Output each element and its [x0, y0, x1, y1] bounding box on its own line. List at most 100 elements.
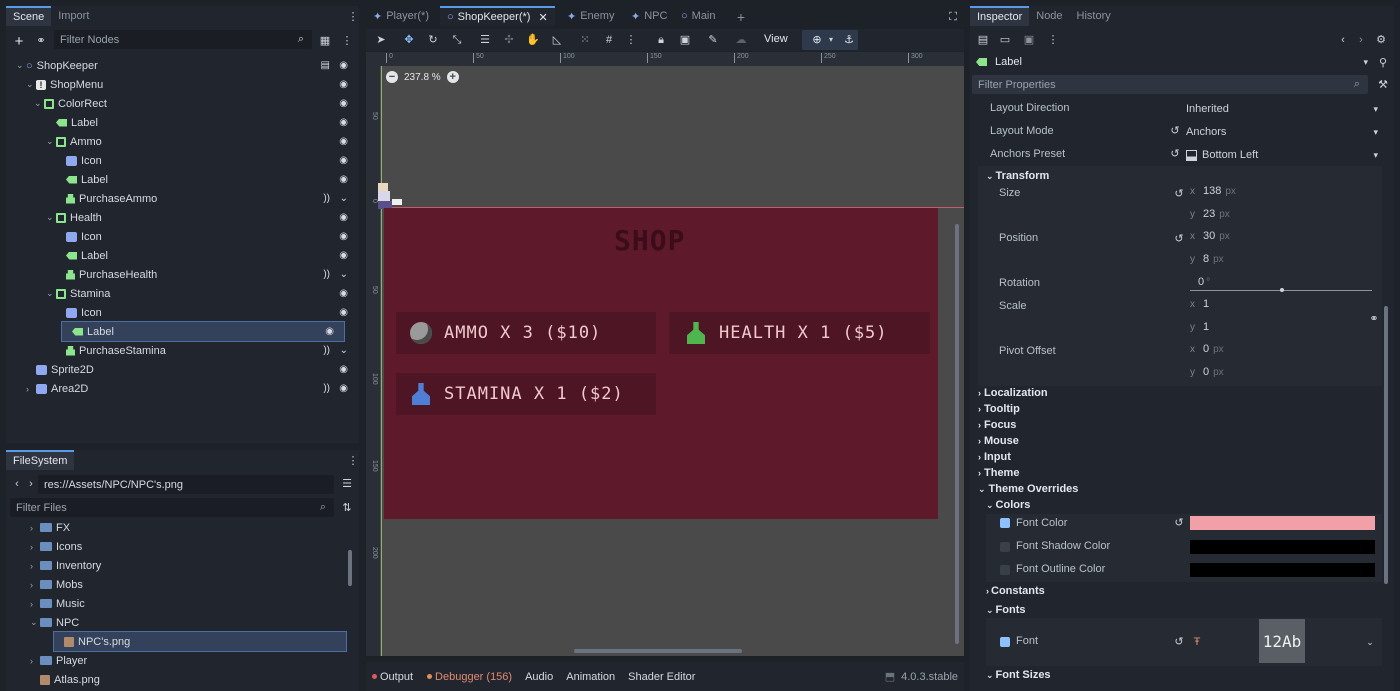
font-checkbox[interactable] — [1000, 637, 1010, 647]
visibility-eye-icon[interactable]: ◉ — [339, 174, 348, 185]
file-item-fx[interactable]: › FX — [8, 518, 346, 537]
chevron-down-icon[interactable]: ⌄ — [30, 617, 40, 628]
zoom-in-icon[interactable]: + — [446, 71, 459, 83]
tree-row-ammo[interactable]: ⌄ Ammo ◉ — [8, 132, 358, 151]
revert-icon[interactable]: ↺ — [1172, 232, 1186, 246]
scene-script-icon[interactable]: ▦ — [318, 34, 332, 48]
list-select-icon[interactable]: ☰ — [478, 33, 492, 47]
scale-tool-icon[interactable]: ⤡ — [450, 33, 464, 47]
chevron-down-icon[interactable]: ⌄ — [16, 60, 26, 71]
group-icon[interactable]: ▣ — [678, 33, 692, 47]
link-icon[interactable]: ⚭ — [34, 34, 48, 48]
font-preview[interactable]: 12Ab — [1259, 619, 1305, 663]
chevron-down-icon[interactable]: ⌄ — [340, 193, 348, 204]
new-resource-icon[interactable]: ▤ — [976, 33, 990, 47]
tab-import[interactable]: Import — [51, 6, 96, 26]
tab-filesystem[interactable]: FileSystem — [6, 450, 75, 470]
fullscreen-icon[interactable]: ⛶ — [946, 10, 960, 24]
history-back-icon[interactable]: ‹ — [1336, 33, 1350, 47]
zoom-out-icon[interactable]: − — [386, 71, 398, 83]
pivot-y-field[interactable]: y 0 px — [1190, 366, 1224, 378]
tree-row-purchasehealth[interactable]: PurchaseHealth)) ⌄ — [8, 265, 358, 284]
size-x-field[interactable]: x 138 px — [1190, 185, 1236, 197]
visibility-eye-icon[interactable]: ◉ — [339, 231, 348, 242]
chevron-down-icon[interactable]: ⌄ — [1363, 635, 1377, 649]
tab-player[interactable]: ✦ Player(*) — [366, 6, 436, 26]
pan-tool-icon[interactable]: ✋ — [526, 33, 540, 47]
visibility-eye-icon[interactable]: ◉ — [339, 60, 348, 71]
layout-direction-select[interactable]: Inherited ▾ — [1186, 100, 1378, 118]
chevron-down-icon[interactable]: ⌄ — [34, 98, 44, 109]
section-focus[interactable]: › Focus — [978, 419, 1016, 431]
anchor-icon[interactable]: ⚓︎ — [842, 33, 856, 47]
ruler-tool-icon[interactable]: ◺ — [550, 33, 564, 47]
filter-properties-input[interactable]: Filter Properties ⌕ — [972, 75, 1368, 94]
visibility-eye-icon[interactable]: ◉ — [339, 117, 348, 128]
animation-tab[interactable]: Animation — [566, 671, 615, 683]
tree-row-stamina[interactable]: ⌄ Stamina ◉ — [8, 284, 358, 303]
revert-icon[interactable]: ↺ — [1168, 124, 1182, 138]
chevron-down-icon[interactable]: ⌄ — [46, 288, 56, 299]
file-item-atlas-png[interactable]: Atlas.png — [8, 670, 346, 689]
move-tool-icon[interactable]: ✥ — [402, 33, 416, 47]
signal-icon[interactable]: )) — [323, 383, 330, 394]
chevron-right-icon[interactable]: › — [30, 580, 40, 590]
constants-header[interactable]: › Constants — [986, 585, 1045, 597]
inspector-scrollbar[interactable] — [1384, 306, 1388, 584]
font-outline-checkbox[interactable] — [1000, 565, 1010, 575]
font-sizes-header[interactable]: ⌄ Font Sizes — [986, 669, 1051, 681]
purchase-stamina-button[interactable]: STAMINA X 1 ($2) — [396, 373, 656, 415]
file-item-icons[interactable]: › Icons — [8, 537, 346, 556]
section-tooltip[interactable]: › Tooltip — [978, 403, 1020, 415]
select-tool-icon[interactable]: ➤ — [374, 33, 388, 47]
file-item-npc-s-png[interactable]: NPC's.png — [53, 631, 347, 652]
open-folder-icon[interactable]: ▭ — [998, 33, 1012, 47]
signal-icon[interactable]: )) — [323, 269, 330, 280]
chevron-down-icon[interactable]: ▾ — [824, 33, 838, 47]
chevron-right-icon[interactable]: › — [30, 599, 40, 609]
visibility-eye-icon[interactable]: ◉ — [339, 250, 348, 261]
scale-x-field[interactable]: x1 — [1190, 298, 1209, 310]
visibility-eye-icon[interactable]: ◉ — [325, 326, 334, 337]
chevron-down-icon[interactable]: ⌄ — [26, 79, 36, 90]
tab-history[interactable]: History — [1070, 6, 1118, 26]
chevron-down-icon[interactable]: ⌄ — [340, 269, 348, 280]
save-icon[interactable]: ▣ — [1022, 33, 1036, 47]
position-y-field[interactable]: y 8 px — [1190, 253, 1224, 265]
tree-row-icon[interactable]: Icon ◉ — [8, 227, 358, 246]
revert-icon[interactable]: ↺ — [1172, 187, 1186, 201]
tree-row-sprite2d[interactable]: Sprite2D ◉ — [8, 360, 358, 379]
filter-files-input[interactable]: Filter Files ⌕ — [10, 498, 334, 517]
smart-snap-icon[interactable]: ⁙ — [578, 33, 592, 47]
view-menu-button[interactable]: View — [764, 33, 788, 45]
chevron-down-icon[interactable]: ⌄ — [46, 212, 56, 223]
purchase-ammo-button[interactable]: AMMO X 3 ($10) — [396, 312, 656, 354]
file-item-inventory[interactable]: › Inventory — [8, 556, 346, 575]
font-shadow-checkbox[interactable] — [1000, 542, 1010, 552]
size-y-field[interactable]: y 23 px — [1190, 208, 1230, 220]
section-theme[interactable]: › Theme — [978, 467, 1019, 479]
forward-arrow-icon[interactable]: › — [24, 477, 38, 491]
script-icon[interactable]: ▤ — [321, 60, 330, 71]
menu-dots-icon[interactable]: ⋮ — [346, 454, 360, 468]
skeleton-icon[interactable]: ✎ — [706, 33, 720, 47]
chevron-right-icon[interactable]: › — [26, 384, 36, 394]
add-tab-icon[interactable]: + — [734, 10, 748, 24]
scale-y-field[interactable]: y1 — [1190, 321, 1209, 333]
visibility-eye-icon[interactable]: ◉ — [339, 364, 348, 375]
tab-enemy[interactable]: ✦ Enemy — [560, 6, 621, 26]
fonts-header[interactable]: ⌄ Fonts — [986, 604, 1026, 616]
tree-row-purchasestamina[interactable]: PurchaseStamina)) ⌄ — [8, 341, 358, 360]
tree-row-label[interactable]: Label ◉ — [8, 170, 358, 189]
file-item-music[interactable]: › Music — [8, 594, 346, 613]
object-props-icon[interactable]: ⚙ — [1374, 33, 1388, 47]
chevron-right-icon[interactable]: › — [30, 561, 40, 571]
tree-row-shopkeeper[interactable]: ⌄ ○ ShopKeeper ▤ ◉ — [8, 56, 358, 75]
font-shadow-swatch[interactable] — [1190, 540, 1375, 554]
sort-icon[interactable]: ⇅ — [340, 501, 354, 515]
visibility-eye-icon[interactable]: ◉ — [339, 383, 348, 394]
snap-options-icon[interactable]: ⋮ — [624, 33, 638, 47]
visibility-eye-icon[interactable]: ◉ — [339, 288, 348, 299]
position-x-field[interactable]: x 30 px — [1190, 230, 1230, 242]
layout-toggle-icon[interactable]: ☰ — [340, 477, 354, 491]
